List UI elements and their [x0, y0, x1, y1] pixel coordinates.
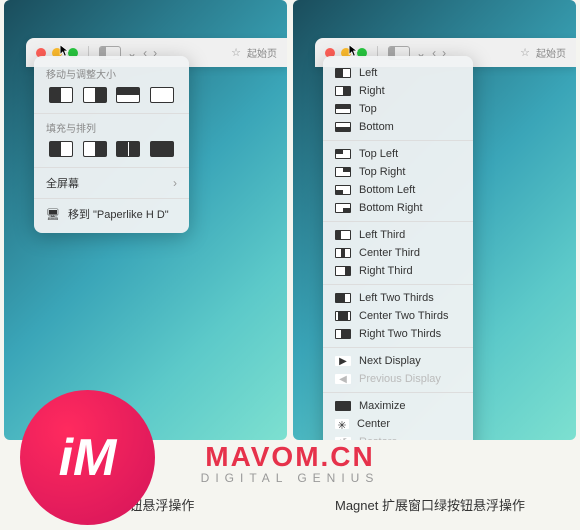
cn-label: Center [357, 418, 390, 430]
bottom-icon [335, 122, 351, 132]
lt-label: Left Third [359, 229, 405, 241]
logo-text: iM [59, 428, 117, 488]
pd-label: Previous Display [359, 373, 441, 385]
lt-icon [335, 230, 351, 240]
tile-top-icon[interactable] [116, 87, 140, 103]
top-icon [335, 104, 351, 114]
separator [34, 113, 189, 114]
l2-label: Left Two Thirds [359, 292, 434, 304]
move-to-label: 移到 "Paperlike H D" [68, 206, 169, 222]
rt-label: Right Third [359, 265, 413, 277]
l2-icon [335, 293, 351, 303]
favorite-icon[interactable]: ☆ [520, 46, 530, 59]
left-icon [335, 68, 351, 78]
nd-label: Next Display [359, 355, 421, 367]
magnet-item-mx[interactable]: Maximize [323, 397, 473, 415]
arrange-right-icon[interactable] [83, 141, 107, 157]
r2-icon [335, 329, 351, 339]
chevron-right-icon: › [173, 176, 177, 190]
tl-label: Top Left [359, 148, 398, 160]
br-label: Bottom Right [359, 202, 423, 214]
pd-icon: ◀ [335, 374, 351, 384]
mx-label: Maximize [359, 400, 405, 412]
separator [323, 392, 473, 393]
top-label: Top [359, 103, 377, 115]
r2-label: Right Two Thirds [359, 328, 441, 340]
right-label: Right [359, 85, 385, 97]
magnet-item-bl[interactable]: Bottom Left [323, 181, 473, 199]
section-move-resize: 移动与调整大小 [34, 64, 189, 85]
arrange-quad-icon[interactable] [150, 141, 174, 157]
c2-icon [335, 311, 351, 321]
magnet-item-pd: ◀ Previous Display [323, 370, 473, 388]
magnet-item-right[interactable]: Right [323, 82, 473, 100]
bottom-label: Bottom [359, 121, 394, 133]
magnet-item-c2[interactable]: Center Two Thirds [323, 307, 473, 325]
magnet-item-ct[interactable]: Center Third [323, 244, 473, 262]
separator [34, 167, 189, 168]
magnet-item-tr[interactable]: Top Right [323, 163, 473, 181]
bl-label: Bottom Left [359, 184, 415, 196]
native-window-popover: 移动与调整大小 填充与排列 全屏幕 › [34, 56, 189, 233]
rt-icon [335, 266, 351, 276]
magnet-item-cn[interactable]: ✳ Center [323, 415, 473, 433]
startpage-label: 起始页 [247, 45, 277, 60]
fill-arrange-row [34, 139, 189, 163]
separator [323, 347, 473, 348]
magnet-item-tl[interactable]: Top Left [323, 145, 473, 163]
separator [323, 284, 473, 285]
magnet-popover: Left Right Top Bottom Top Left Top Right Botto… [323, 56, 473, 440]
section-fill-arrange: 填充与排列 [34, 118, 189, 139]
panel-magnet: ⌄ ‹ › ☆ 起始页 LeftRightTopBottomTop LeftTo… [293, 0, 576, 440]
magnet-item-nd[interactable]: ▶ Next Display [323, 352, 473, 370]
ct-icon [335, 248, 351, 258]
panel-native: ⌄ ‹ › ☆ 起始页 移动与调整大小 填充与排列 [4, 0, 287, 440]
brand-logo: iM [20, 390, 155, 525]
tl-icon [335, 149, 351, 159]
favorite-icon[interactable]: ☆ [231, 46, 241, 59]
caption-right: Magnet 扩展窗口绿按钮悬浮操作 [290, 495, 570, 514]
tile-left-icon[interactable] [49, 87, 73, 103]
c2-label: Center Two Thirds [359, 310, 448, 322]
nd-icon: ▶ [335, 356, 351, 366]
tr-icon [335, 167, 351, 177]
move-to-display-item[interactable]: 🖥 移到 "Paperlike H D" [34, 203, 189, 225]
br-icon [335, 203, 351, 213]
ct-label: Center Third [359, 247, 420, 259]
fullscreen-label: 全屏幕 [46, 175, 79, 191]
separator [323, 140, 473, 141]
rs-icon: ↺ [335, 437, 351, 440]
bl-icon [335, 185, 351, 195]
separator [323, 221, 473, 222]
magnet-item-bottom[interactable]: Bottom [323, 118, 473, 136]
arrange-split-icon[interactable] [116, 141, 140, 157]
mx-icon [335, 401, 351, 411]
move-resize-row [34, 85, 189, 109]
separator [34, 198, 189, 199]
startpage-label: 起始页 [536, 45, 566, 60]
rs-label: Restore [359, 436, 398, 440]
cn-icon: ✳ [335, 419, 349, 429]
magnet-item-left[interactable]: Left [323, 64, 473, 82]
display-icon: 🖥 [46, 208, 60, 221]
fullscreen-item[interactable]: 全屏幕 › [34, 172, 189, 194]
magnet-item-br[interactable]: Bottom Right [323, 199, 473, 217]
magnet-item-top[interactable]: Top [323, 100, 473, 118]
right-icon [335, 86, 351, 96]
magnet-item-rt[interactable]: Right Third [323, 262, 473, 280]
magnet-item-rs: ↺ Restore [323, 433, 473, 440]
tile-fill-icon[interactable] [150, 87, 174, 103]
magnet-item-lt[interactable]: Left Third [323, 226, 473, 244]
left-label: Left [359, 67, 377, 79]
magnet-item-l2[interactable]: Left Two Thirds [323, 289, 473, 307]
arrange-left-icon[interactable] [49, 141, 73, 157]
tile-right-icon[interactable] [83, 87, 107, 103]
tr-label: Top Right [359, 166, 405, 178]
magnet-item-r2[interactable]: Right Two Thirds [323, 325, 473, 343]
